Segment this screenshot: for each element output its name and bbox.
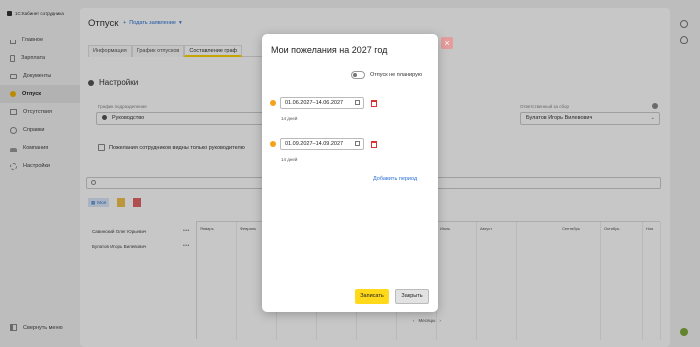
save-button[interactable]: Записать: [355, 289, 389, 304]
delete-period-icon[interactable]: [371, 99, 377, 107]
no-vacation-toggle-label: Отпуск не планирую: [370, 72, 423, 78]
vacation-wishes-dialog: Мои пожелания на 2027 год Отпуск не план…: [262, 34, 438, 312]
no-vacation-toggle[interactable]: [351, 71, 365, 79]
period-days: 14 дней: [281, 157, 298, 162]
period-date-value: 01.09.2027–14.09.2027: [285, 141, 344, 147]
no-vacation-toggle-row[interactable]: Отпуск не планирую: [351, 71, 422, 79]
add-period-link[interactable]: Добавить период: [373, 176, 417, 182]
period-date-input[interactable]: 01.09.2027–14.09.2027: [280, 138, 364, 150]
period-days: 14 дней: [281, 116, 298, 121]
period-color-dot: [270, 141, 276, 147]
delete-period-icon[interactable]: [371, 140, 377, 148]
close-button[interactable]: Закрыть: [395, 289, 429, 304]
period-row: 01.09.2027–14.09.2027: [270, 138, 377, 150]
toggle-knob: [353, 73, 357, 77]
period-row: 01.06.2027–14.06.2027: [270, 97, 377, 109]
dialog-title: Мои пожелания на 2027 год: [271, 45, 388, 55]
period-date-value: 01.06.2027–14.06.2027: [285, 100, 344, 106]
app-window: 1С:Кабинет сотрудника Главное Зарплата Д…: [0, 0, 700, 347]
period-date-input[interactable]: 01.06.2027–14.06.2027: [280, 97, 364, 109]
modal-close-icon[interactable]: ×: [441, 37, 453, 49]
period-color-dot: [270, 100, 276, 106]
calendar-icon[interactable]: [355, 141, 360, 146]
calendar-icon[interactable]: [355, 100, 360, 105]
